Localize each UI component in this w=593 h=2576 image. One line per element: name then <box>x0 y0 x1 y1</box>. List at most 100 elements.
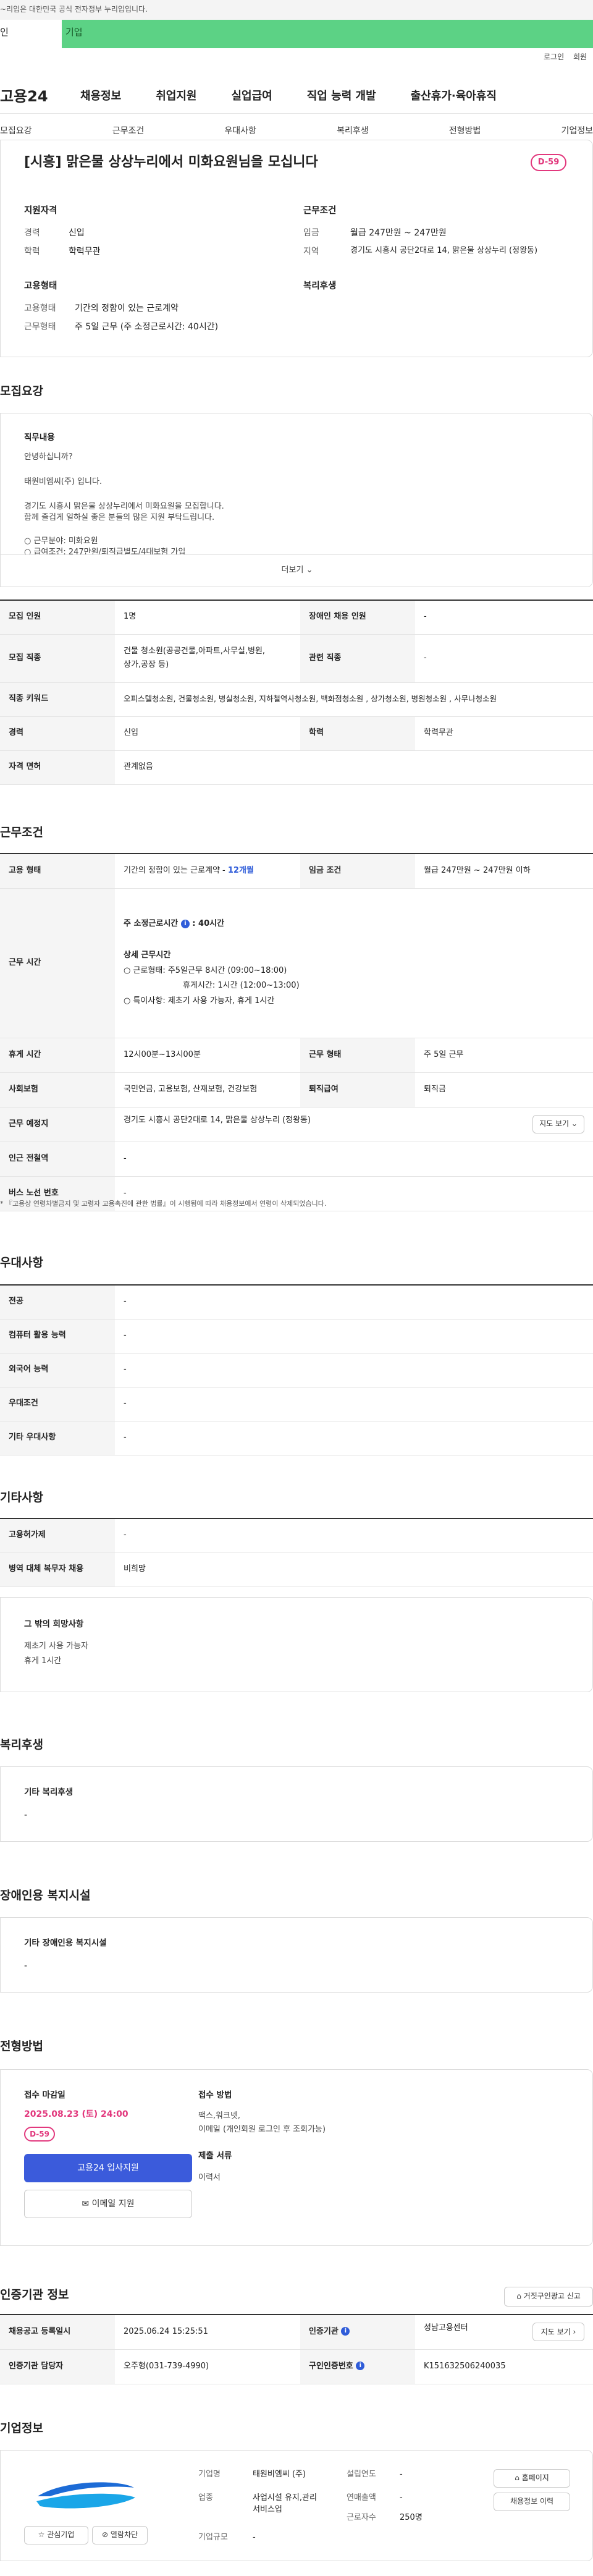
info-icon[interactable]: i <box>356 2362 365 2371</box>
row-header: 사회보험 <box>0 1072 115 1108</box>
info-icon[interactable]: i <box>341 2327 350 2336</box>
row-value: 주 5일 근무 <box>415 1038 593 1073</box>
false-ad-report-button[interactable]: ⌂ 거짓구인광고 신고 <box>504 2287 593 2307</box>
agency-map-button[interactable]: 지도 보기 › <box>532 2323 584 2342</box>
nav-job-training[interactable]: 직업 능력 개발 <box>285 88 389 104</box>
homepage-button[interactable]: ⌂ 홈페이지 <box>494 2469 570 2488</box>
table-row: 우대조건 - <box>0 1387 593 1421</box>
tab-welfare[interactable]: 복리후생 <box>337 125 369 137</box>
nav-employment-support[interactable]: 취업지원 <box>133 88 209 104</box>
tab-preferences[interactable]: 우대사항 <box>224 125 256 137</box>
other-wishes-line: 휴게 1시간 <box>24 1656 62 1666</box>
tab-company[interactable]: 기업정보 <box>561 125 593 137</box>
job-summary-card: [시흥] 맑은물 상상누리에서 미화요원님을 모십니다 D-59 지원자격 경력… <box>0 140 593 357</box>
welfare-section-title: 복리후생 <box>0 1738 43 1752</box>
info-icon[interactable]: i <box>180 919 190 928</box>
row-value: 오피스텔청소원, 건물청소원, 병실청소원, 지하철역사청소원, 백화점청소원 … <box>115 682 593 717</box>
row-header: 인증기관 i <box>300 2315 415 2350</box>
map-view-button[interactable]: 지도 보기 ⌄ <box>532 1115 584 1133</box>
row-header: 구인인증번호 i <box>300 2349 415 2384</box>
row-value: - <box>115 1519 593 1553</box>
login-link[interactable]: 로그인 <box>544 52 564 62</box>
site-logo[interactable]: 고용24 <box>0 86 68 108</box>
agency-label: 인증기관 <box>309 2326 339 2336</box>
tab-business[interactable]: 기업 <box>62 20 593 48</box>
agency-value: 성남고용센터 <box>424 2323 468 2333</box>
table-row: 자격 면허 관계없음 <box>0 750 593 785</box>
job-content-line: ○ 근무분야: 미화요원 <box>24 536 98 546</box>
area-value: 경기도 시흥시 공단2대로 14, 맑은물 상상누리 (정왕동) <box>350 246 538 255</box>
row-value: 퇴직금 <box>415 1072 593 1108</box>
email-apply-label: 이메일 지원 <box>91 2198 135 2209</box>
table-row: 외국어 능력 - <box>0 1353 593 1388</box>
conditions-table-wrap: 고용 형태 기간의 정함이 있는 근로계약 - 12개월 임금 조건 월급 24… <box>0 853 593 1211</box>
row-value: 경기도 시흥시 공단2대로 14, 맑은물 상상누리 (정왕동) 지도 보기 ⌄ <box>115 1107 593 1142</box>
worktype-value: 주 5일 근무 (주 소정근로시간: 40시간) <box>75 322 219 332</box>
tab-conditions[interactable]: 근무조건 <box>112 125 145 137</box>
favorite-company-button[interactable]: ☆ 관심기업 <box>24 2526 88 2544</box>
other-wishes-line: 제초기 사용 가능자 <box>24 1642 88 1651</box>
wage-label: 임금 <box>303 228 319 238</box>
job-history-label: 채용정보 이력 <box>510 2497 554 2506</box>
table-row: 병역 대체 복무자 채용 비희망 <box>0 1553 593 1587</box>
row-value: 신입 <box>115 716 300 751</box>
more-toggle[interactable]: 더보기 ⌄ <box>1 554 592 587</box>
worktype-label: 근무형태 <box>24 322 56 332</box>
row-header: 전공 <box>0 1285 115 1320</box>
row-value: K151632506240035 <box>415 2349 593 2384</box>
row-header: 고용허가제 <box>0 1519 115 1553</box>
conditions-table: 고용 형태 기간의 정함이 있는 근로계약 - 12개월 임금 조건 월급 24… <box>0 853 593 1211</box>
company-section-title: 기업정보 <box>0 2421 43 2435</box>
job-description-box: 직무내용 안녕하십니까? 태원비엠씨(주) 입니다. 경기도 시흥시 맑은물 상… <box>0 413 593 587</box>
table-row: 모집 인원 1명 장애인 채용 인원 - <box>0 600 593 635</box>
nav-unemployment-benefit[interactable]: 실업급여 <box>209 88 285 104</box>
disability-box-value: - <box>24 1961 28 1971</box>
table-row: 채용공고 등록일시 2025.06.24 15:25:51 인증기관 i 성남고… <box>0 2315 593 2350</box>
tab-individual[interactable]: 인 <box>0 20 62 48</box>
table-row: 근무 예정지 경기도 시흥시 공단2대로 14, 맑은물 상상누리 (정왕동) … <box>0 1107 593 1142</box>
company-name-value: 태원비엠씨 (주) <box>253 2470 306 2479</box>
row-value: 주 소정근로시간 i : 40시간 상세 근무시간 ○ 근로형태: 주5일근무 … <box>115 888 593 1038</box>
method-line: 팩스,워크넷, <box>198 2111 241 2121</box>
tab-recruit[interactable]: 모집요강 <box>0 125 32 137</box>
wage-value: 월급 247만원 ~ 247만원 <box>350 228 447 238</box>
join-link[interactable]: 회원 <box>573 52 587 62</box>
view-switch-tabs: 인 기업 <box>0 20 593 48</box>
dday-badge: D-59 <box>531 154 566 171</box>
row-header: 우대조건 <box>0 1387 115 1421</box>
nav-parental-leave[interactable]: 출산휴가·육아휴직 <box>389 88 509 104</box>
job-history-button[interactable]: 채용정보 이력 <box>494 2493 570 2511</box>
table-row: 인근 전철역 - <box>0 1142 593 1177</box>
work-place: 경기도 시흥시 공단2대로 14, 맑은물 상상누리 (정왕동) <box>124 1116 311 1125</box>
recruit-table: 모집 인원 1명 장애인 채용 인원 - 모집 직종 건물 청소원(공공건물,아… <box>0 600 593 785</box>
deadline-heading: 접수 마감일 <box>24 2090 65 2100</box>
email-apply-button[interactable]: ✉ 이메일 지원 <box>24 2190 192 2218</box>
disability-section-title: 장애인용 복지시설 <box>0 1889 91 1902</box>
row-value: 비희망 <box>115 1553 593 1587</box>
row-value: - <box>115 1142 593 1177</box>
row-header: 근무 형태 <box>300 1038 415 1073</box>
block-view-button[interactable]: ⊘ 열람차단 <box>92 2526 148 2544</box>
home-icon: ⌂ <box>515 2473 519 2483</box>
recruit-table-wrap: 모집 인원 1명 장애인 채용 인원 - 모집 직종 건물 청소원(공공건물,아… <box>0 600 593 785</box>
recruit-section-title: 모집요강 <box>0 384 43 398</box>
table-row: 기타 우대사항 - <box>0 1421 593 1455</box>
welfare-box-heading: 기타 복리후생 <box>24 1787 74 1797</box>
apply-button[interactable]: 고용24 입사지원 <box>24 2154 192 2182</box>
other-wishes-box: 그 밖의 희망사항 제초기 사용 가능자 휴게 1시간 <box>0 1597 593 1692</box>
row-value: 관계없음 <box>115 750 593 785</box>
mail-icon: ✉ <box>82 2198 90 2209</box>
row-value: 1명 <box>115 600 300 635</box>
tab-screening[interactable]: 전형방법 <box>449 125 481 137</box>
row-value: - <box>115 1319 593 1354</box>
row-value: 국민연금, 고용보험, 산재보험, 건강보험 <box>115 1072 300 1108</box>
dday-badge: D-59 <box>24 2127 55 2142</box>
row-header: 인증기관 담당자 <box>0 2349 115 2384</box>
table-row: 경력 신입 학력 학력무관 <box>0 716 593 751</box>
employment-heading: 고용형태 <box>24 281 57 291</box>
welfare-box: 기타 복리후생 - <box>0 1766 593 1842</box>
education-label: 학력 <box>24 247 40 256</box>
etc-table-wrap: 고용허가제 - 병역 대체 복무자 채용 비희망 <box>0 1518 593 1587</box>
nav-jobs[interactable]: 채용정보 <box>68 88 133 104</box>
docs-heading: 제출 서류 <box>198 2151 232 2161</box>
